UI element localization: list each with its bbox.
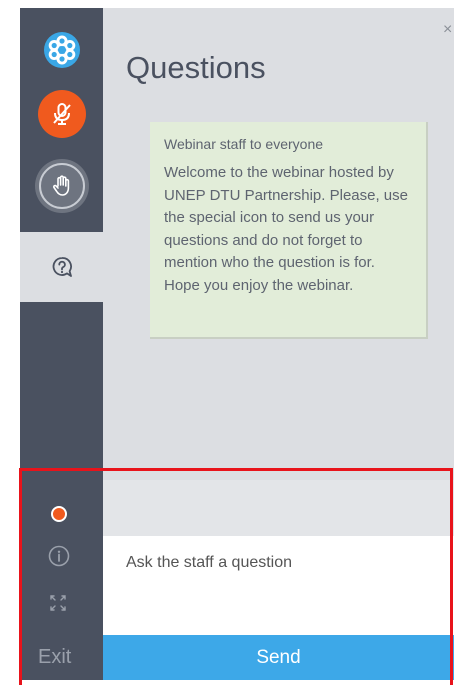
questions-panel: × Questions Webinar staff to everyone We… — [103, 8, 454, 680]
info-icon — [48, 545, 70, 567]
sidebar: Exit — [20, 8, 103, 680]
tab-questions[interactable] — [20, 232, 103, 302]
message-body: Welcome to the webinar hosted by UNEP DT… — [164, 164, 408, 294]
mute-microphone-button[interactable] — [38, 90, 86, 138]
raise-hand-button[interactable] — [35, 159, 89, 213]
info-button[interactable] — [48, 545, 70, 567]
close-icon[interactable]: × — [443, 21, 452, 39]
question-icon — [52, 257, 72, 277]
raise-hand-icon — [53, 175, 70, 196]
send-button[interactable]: Send — [103, 635, 454, 680]
app-logo-icon — [42, 30, 82, 70]
page-title: Questions — [126, 50, 266, 85]
message-card: Webinar staff to everyone Welcome to the… — [150, 122, 428, 339]
question-input[interactable] — [103, 536, 454, 635]
microphone-muted-icon — [53, 103, 71, 125]
fullscreen-icon — [50, 595, 66, 611]
compose-divider — [103, 480, 454, 536]
status-dot — [51, 506, 67, 522]
exit-button[interactable]: Exit — [38, 646, 86, 669]
fullscreen-button[interactable] — [49, 594, 67, 612]
message-sender: Webinar staff to everyone — [164, 136, 324, 152]
